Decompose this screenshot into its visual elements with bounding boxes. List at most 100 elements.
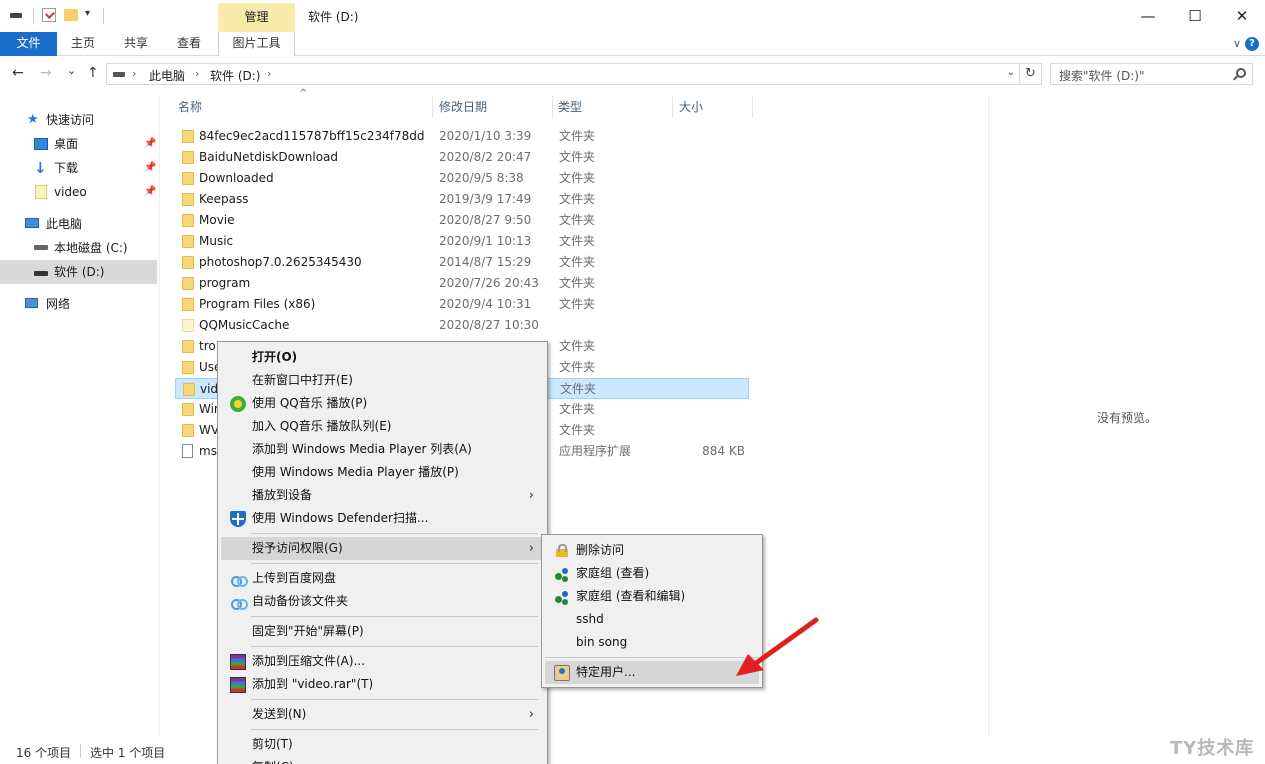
tab-view[interactable]: 查看 bbox=[163, 32, 215, 56]
forward-arrow-icon[interactable]: → bbox=[40, 65, 52, 81]
tab-share[interactable]: 共享 bbox=[110, 32, 162, 56]
menu-item[interactable]: 上传到百度网盘 bbox=[221, 567, 544, 590]
file-row[interactable]: photoshop7.0.2625345430 2014/8/7 15:29 文件夹 bbox=[175, 252, 749, 273]
maximize-button[interactable]: ☐ bbox=[1172, 0, 1218, 32]
download-icon: ↓ bbox=[34, 159, 47, 177]
menu-item[interactable]: 固定到"开始"屏幕(P) bbox=[221, 620, 544, 643]
breadcrumb-drive-d[interactable]: 软件 (D:) bbox=[210, 67, 260, 84]
file-date: 2020/9/5 8:38 bbox=[439, 171, 524, 185]
tab-picture-tools[interactable]: 图片工具 bbox=[218, 32, 295, 56]
menu-item-label: 添加到 "video.rar"(T) bbox=[252, 677, 374, 691]
menu-item[interactable]: 打开(O) bbox=[221, 346, 544, 369]
file-type: 文件夹 bbox=[559, 255, 596, 269]
file-row[interactable]: Movie 2020/8/27 9:50 文件夹 bbox=[175, 210, 749, 231]
arrow-head bbox=[736, 654, 764, 676]
recent-locations-icon[interactable]: ⌄ bbox=[67, 64, 76, 77]
search-icon[interactable] bbox=[1236, 68, 1246, 78]
column-divider[interactable] bbox=[552, 96, 553, 118]
menu-item[interactable]: 添加到压缩文件(A)... bbox=[221, 650, 544, 673]
folder-icon bbox=[182, 193, 194, 206]
sidebar-item-downloads[interactable]: ↓ 下载 📌 bbox=[0, 156, 157, 180]
sidebar-item-this-pc[interactable]: 此电脑 bbox=[0, 212, 157, 236]
search-input[interactable]: 搜索"软件 (D:)" bbox=[1050, 63, 1253, 85]
menu-item[interactable]: 使用 Windows Media Player 播放(P) bbox=[221, 461, 544, 484]
breadcrumb-separator[interactable]: › bbox=[267, 67, 271, 80]
file-row[interactable]: BaiduNetdiskDownload 2020/8/2 20:47 文件夹 bbox=[175, 147, 749, 168]
sidebar-item-drive-c[interactable]: 本地磁盘 (C:) bbox=[0, 236, 157, 260]
file-type: 文件夹 bbox=[559, 402, 596, 416]
menu-item[interactable]: 删除访问 bbox=[545, 539, 759, 562]
pane-divider[interactable] bbox=[159, 96, 160, 736]
column-divider[interactable] bbox=[432, 96, 433, 118]
tab-home[interactable]: 主页 bbox=[57, 32, 109, 56]
properties-icon[interactable] bbox=[42, 8, 56, 22]
menu-separator bbox=[251, 533, 538, 534]
back-arrow-icon[interactable]: ← bbox=[12, 65, 24, 81]
file-row[interactable]: Keepass 2019/3/9 17:49 文件夹 bbox=[175, 189, 749, 210]
menu-item[interactable]: 添加到 Windows Media Player 列表(A) bbox=[221, 438, 544, 461]
menu-item[interactable]: 发送到(N) › bbox=[221, 703, 544, 726]
search-placeholder: 搜索"软件 (D:)" bbox=[1059, 69, 1145, 83]
file-name: Movie bbox=[199, 213, 235, 227]
file-type: 文件夹 bbox=[559, 192, 596, 206]
menu-item[interactable]: 自动备份该文件夹 bbox=[221, 590, 544, 613]
pane-divider[interactable] bbox=[988, 96, 989, 736]
menu-separator bbox=[251, 616, 538, 617]
menu-item[interactable]: 家庭组 (查看) bbox=[545, 562, 759, 585]
refresh-button[interactable]: ↻ bbox=[1020, 63, 1042, 85]
menu-item[interactable]: 特定用户... bbox=[545, 661, 759, 684]
sidebar-item-drive-d[interactable]: 软件 (D:) bbox=[0, 260, 157, 284]
column-header-size[interactable]: 大小 bbox=[679, 98, 703, 115]
new-folder-icon[interactable] bbox=[64, 9, 78, 21]
column-header-date[interactable]: 修改日期 bbox=[439, 98, 487, 115]
column-header-name[interactable]: 名称 bbox=[178, 98, 202, 115]
menu-item-label: 上传到百度网盘 bbox=[252, 571, 337, 585]
sidebar-item-network[interactable]: 网络 bbox=[0, 292, 157, 316]
menu-item-label: 在新窗口中打开(E) bbox=[252, 373, 353, 387]
sidebar-item-quick-access[interactable]: ★ 快速访问 bbox=[0, 108, 157, 132]
menu-item[interactable]: 家庭组 (查看和编辑) bbox=[545, 585, 759, 608]
breadcrumb-separator[interactable]: › bbox=[132, 67, 136, 80]
tab-manage[interactable]: 管理 bbox=[218, 3, 295, 32]
menu-item[interactable]: bin song bbox=[545, 631, 759, 654]
menu-item[interactable]: 播放到设备 › bbox=[221, 484, 544, 507]
menu-item[interactable]: 使用 Windows Defender扫描... bbox=[221, 507, 544, 530]
breadcrumb-separator[interactable]: › bbox=[195, 67, 199, 80]
file-row[interactable]: 84fec9ec2acd115787bff15c234f78dd 2020/1/1… bbox=[175, 126, 749, 147]
menu-item[interactable]: 使用 QQ音乐 播放(P) bbox=[221, 392, 544, 415]
toolbar-divider bbox=[33, 8, 34, 24]
up-arrow-icon[interactable]: ↑ bbox=[87, 65, 99, 81]
file-row[interactable]: Downloaded 2020/9/5 8:38 文件夹 bbox=[175, 168, 749, 189]
file-name: Keepass bbox=[199, 192, 249, 206]
chevron-down-icon[interactable]: ∨ bbox=[1233, 37, 1241, 50]
breadcrumb-this-pc[interactable]: 此电脑 bbox=[149, 67, 185, 84]
column-divider[interactable] bbox=[672, 96, 673, 118]
sidebar-item-desktop[interactable]: 桌面 📌 bbox=[0, 132, 157, 156]
file-row[interactable]: Program Files (x86) 2020/9/4 10:31 文件夹 bbox=[175, 294, 749, 315]
file-row[interactable]: program 2020/7/26 20:43 文件夹 bbox=[175, 273, 749, 294]
menu-item-label: bin song bbox=[576, 635, 628, 649]
file-date: 2020/8/27 9:50 bbox=[439, 213, 532, 227]
file-name: QQMusicCache bbox=[199, 318, 290, 332]
menu-item[interactable]: 在新窗口中打开(E) bbox=[221, 369, 544, 392]
help-icon[interactable]: ? bbox=[1245, 37, 1259, 51]
menu-item[interactable]: 复制(C) bbox=[221, 756, 544, 764]
file-row[interactable]: QQMusicCache 2020/8/27 10:30 bbox=[175, 315, 749, 336]
column-header-type[interactable]: 类型 bbox=[558, 98, 582, 115]
sidebar-item-video[interactable]: video 📌 bbox=[0, 180, 157, 204]
menu-item[interactable]: 加入 QQ音乐 播放队列(E) bbox=[221, 415, 544, 438]
menu-item[interactable]: sshd bbox=[545, 608, 759, 631]
chevron-down-icon[interactable]: ⌄ bbox=[1007, 67, 1015, 78]
tab-file[interactable]: 文件 bbox=[0, 32, 57, 56]
close-button[interactable]: ✕ bbox=[1219, 0, 1265, 32]
file-row[interactable]: Music 2020/9/1 10:13 文件夹 bbox=[175, 231, 749, 252]
menu-item-label: 使用 QQ音乐 播放(P) bbox=[252, 396, 368, 410]
address-bar[interactable]: › 此电脑 › 软件 (D:) › ⌄ bbox=[106, 63, 1020, 85]
title-bar: ▾ 管理 软件 (D:) — ☐ ✕ bbox=[0, 0, 1265, 32]
minimize-button[interactable]: — bbox=[1125, 0, 1171, 32]
column-divider[interactable] bbox=[752, 96, 753, 118]
menu-item[interactable]: 授予访问权限(G) › bbox=[221, 537, 544, 560]
menu-item[interactable]: 添加到 "video.rar"(T) bbox=[221, 673, 544, 696]
quick-access-dropdown-icon[interactable]: ▾ bbox=[85, 8, 90, 19]
menu-item[interactable]: 剪切(T) bbox=[221, 733, 544, 756]
